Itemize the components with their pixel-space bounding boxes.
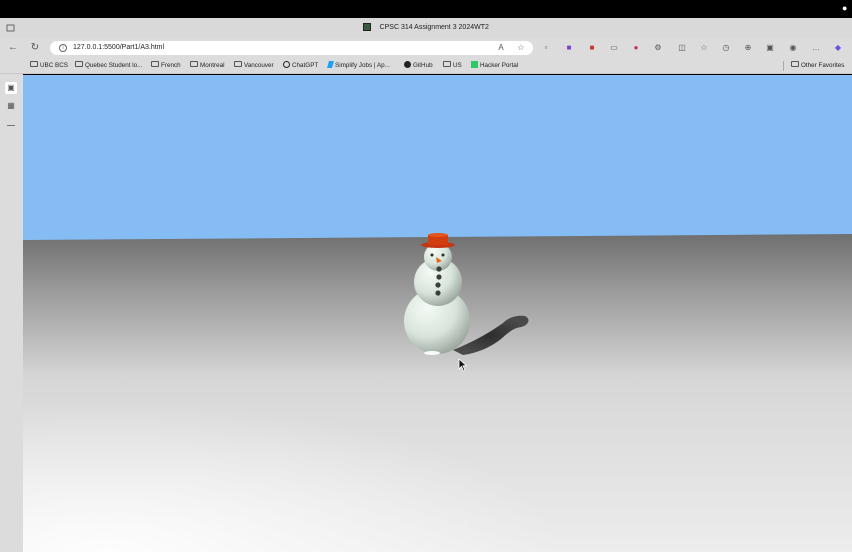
bookmark-item[interactable]: Montreal	[190, 58, 225, 74]
snowman-button	[435, 290, 441, 296]
history-icon[interactable]: ◷	[720, 41, 732, 55]
address-bar[interactable]: i 127.0.0.1:5500/Part1/A3.html A ☆	[50, 41, 533, 55]
snowman-button	[435, 282, 441, 288]
vertical-sidebar: ▤ ▣ ▦	[0, 58, 23, 552]
tab-icon[interactable]: ▦	[5, 100, 17, 112]
chatgpt-icon	[283, 60, 290, 68]
system-menu-bar: ●	[0, 0, 852, 18]
bookmark-item[interactable]: Vancouver	[234, 58, 274, 74]
simplify-icon	[327, 60, 334, 68]
folder-icon	[791, 61, 799, 68]
folder-icon	[443, 61, 451, 68]
active-tab-icon[interactable]: ▣	[5, 82, 17, 94]
profile-avatar-icon[interactable]: ◉	[787, 41, 799, 55]
back-icon[interactable]: ←	[6, 41, 20, 55]
sky	[23, 75, 852, 240]
other-favorites[interactable]: Other Favorites	[791, 58, 844, 74]
favorite-star-icon[interactable]: ☆	[516, 43, 526, 53]
bookmark-item[interactable]: US	[443, 58, 462, 74]
split-screen-icon[interactable]: ◫	[676, 41, 688, 55]
page-favicon-icon	[363, 23, 372, 31]
bookmarks-bar: UBC BCS Quebec Student lo... French Mont…	[0, 58, 852, 74]
refresh-icon[interactable]: ↻	[28, 41, 42, 55]
extension-icon[interactable]: ●	[630, 41, 642, 55]
github-icon	[404, 60, 411, 68]
webgl-canvas[interactable]	[23, 75, 852, 552]
screenshot-icon[interactable]: ▣	[764, 41, 776, 55]
browser-toolbar: ← ↻ i 127.0.0.1:5500/Part1/A3.html A ☆ ▫…	[0, 38, 852, 58]
extension-icon[interactable]: ▫	[540, 41, 552, 55]
folder-icon	[151, 61, 159, 68]
bookmark-item[interactable]: GitHub	[404, 58, 433, 74]
status-icon: ●	[842, 3, 848, 13]
folder-icon	[30, 61, 38, 68]
sidebar-divider	[7, 125, 15, 126]
read-aloud-icon[interactable]: A	[496, 43, 506, 53]
snowman-button	[436, 266, 442, 272]
bookmark-item[interactable]: French	[151, 58, 181, 74]
copilot-icon[interactable]: ◆	[832, 41, 844, 55]
settings-extension-icon[interactable]: ⚙	[652, 41, 664, 55]
scene-render	[23, 75, 852, 552]
extension-icon[interactable]: ■	[586, 41, 598, 55]
hat-top	[428, 233, 448, 237]
snowman-eye	[430, 253, 434, 257]
more-menu-icon[interactable]: …	[810, 41, 822, 55]
folder-icon	[75, 61, 83, 68]
extension-icon[interactable]: ▭	[608, 41, 620, 55]
snowman-base-highlight	[424, 351, 440, 355]
folder-icon	[190, 61, 198, 68]
browser-title-bar: CPSC 314 Assignment 3 2024WT2	[0, 18, 852, 38]
snowman-button	[436, 274, 442, 280]
url-text[interactable]: 127.0.0.1:5500/Part1/A3.html	[73, 41, 164, 55]
hacker-portal-icon	[471, 60, 478, 68]
bookmark-item[interactable]: UBC BCS	[30, 58, 68, 74]
folder-icon	[234, 61, 242, 68]
bookmark-item[interactable]: Quebec Student lo...	[75, 58, 142, 74]
downloads-icon[interactable]: ⊕	[742, 41, 754, 55]
snowman-eye	[441, 253, 445, 257]
bookmark-item[interactable]: Simplify Jobs | Ap...	[327, 58, 390, 74]
bookmark-item[interactable]: ChatGPT	[283, 58, 318, 74]
extension-icon[interactable]: ■	[563, 41, 575, 55]
window-title: CPSC 314 Assignment 3 2024WT2	[379, 24, 489, 31]
site-info-icon[interactable]: i	[59, 44, 67, 52]
mouse-cursor-icon	[458, 358, 468, 372]
bookmarks-divider	[783, 61, 784, 71]
favorites-icon[interactable]: ☆	[698, 41, 710, 55]
bookmark-item[interactable]: Hacker Portal	[471, 58, 518, 74]
